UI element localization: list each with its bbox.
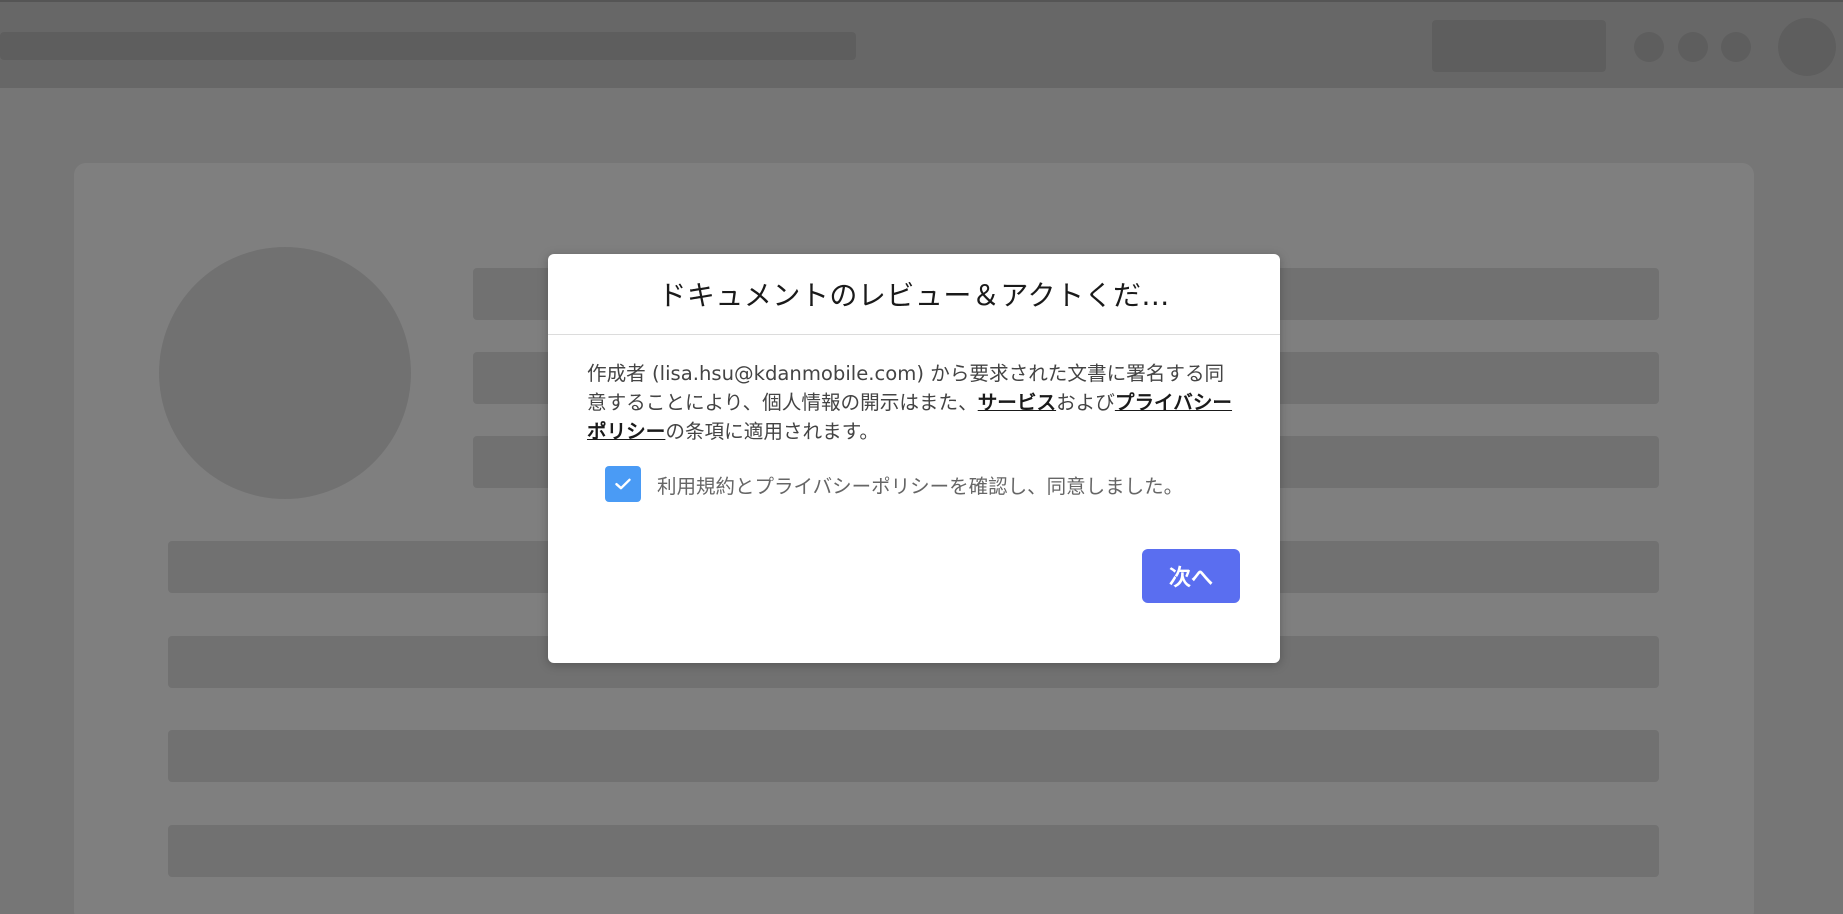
service-terms-link[interactable]: サービス [978, 391, 1056, 414]
consent-text: 作成者 (lisa.hsu@kdanmobile.com) から要求された文書に… [587, 359, 1241, 446]
consent-dialog: ドキュメントのレビュー＆アクトくだ... 作成者 (lisa.hsu@kdanm… [548, 254, 1280, 663]
consent-text-part3: の条項に適用されます。 [665, 420, 879, 443]
agree-row: 利用規約とプライバシーポリシーを確認し、同意しました。 [605, 466, 1241, 502]
consent-text-part2: および [1056, 391, 1115, 414]
agree-checkbox[interactable] [605, 466, 641, 502]
agree-label[interactable]: 利用規約とプライバシーポリシーを確認し、同意しました。 [657, 470, 1183, 499]
dialog-body: 作成者 (lisa.hsu@kdanmobile.com) から要求された文書に… [548, 335, 1280, 502]
check-icon [615, 478, 631, 490]
dialog-title: ドキュメントのレビュー＆アクトくだ... [658, 279, 1170, 312]
next-button[interactable]: 次へ [1142, 549, 1240, 603]
dialog-header: ドキュメントのレビュー＆アクトくだ... [548, 254, 1280, 335]
